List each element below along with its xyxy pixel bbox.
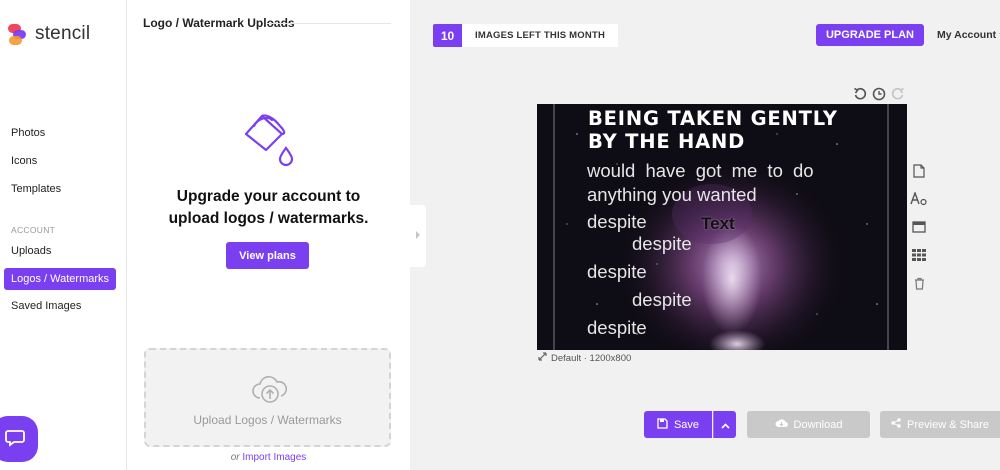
canvas-headline-line2[interactable]: BY THE HAND <box>588 130 745 153</box>
design-canvas[interactable]: BEING TAKEN GENTLY BY THE HAND would hav… <box>537 104 907 350</box>
preview-share-button[interactable]: Preview & Share <box>880 411 1000 438</box>
upload-panel: Logo / Watermark Uploads Upgrade your ac… <box>127 0 410 470</box>
sidebar-section-account: ACCOUNT <box>11 225 56 235</box>
undo-icon[interactable] <box>852 86 868 102</box>
canvas-size-label: Default · 1200x800 <box>551 352 632 364</box>
canvas-body-line1[interactable]: would have got me to do <box>587 160 814 182</box>
upgrade-plan-button[interactable]: UPGRADE PLAN <box>816 24 924 46</box>
canvas-headline-line1[interactable]: BEING TAKEN GENTLY <box>588 107 838 130</box>
canvas-body-line7[interactable]: despite <box>587 317 647 339</box>
panel-collapse-toggle[interactable] <box>410 205 426 267</box>
app-logo[interactable]: stencil <box>8 22 90 46</box>
page-icon[interactable] <box>910 162 928 180</box>
upgrade-message: Upgrade your account to upload logos / w… <box>127 186 410 230</box>
sidebar-item-saved-images[interactable]: Saved Images <box>4 295 88 317</box>
canvas-body-line6[interactable]: despite <box>632 289 692 311</box>
canvas-body-line4[interactable]: despite <box>632 233 692 255</box>
import-images-link[interactable]: Import Images <box>242 452 306 463</box>
save-button-group: Save <box>644 411 736 438</box>
upgrade-message-line1: Upgrade your account to <box>176 188 361 205</box>
save-button-label: Save <box>673 418 700 431</box>
canvas-body-line5[interactable]: despite <box>587 261 647 283</box>
app-name: stencil <box>35 23 91 44</box>
sidebar-item-templates[interactable]: Templates <box>4 178 68 200</box>
font-settings-icon[interactable] <box>910 190 928 208</box>
sidebar: stencil Photos Icons Templates ACCOUNT U… <box>0 0 127 470</box>
paint-bucket-icon <box>240 110 298 173</box>
account-menu-label: My Account <box>937 29 997 41</box>
import-images-line: or Import Images <box>127 452 410 463</box>
share-icon <box>891 418 901 431</box>
canvas-size-selector[interactable]: Default · 1200x800 <box>538 352 631 364</box>
canvas-text-layer[interactable]: Text <box>701 214 735 234</box>
canvas-body-line2[interactable]: anything you wanted <box>587 184 757 206</box>
images-left-counter: 10 IMAGES LEFT THIS MONTH <box>433 24 619 47</box>
stencil-logo-icon <box>8 22 28 46</box>
chat-bubble-icon <box>4 426 26 453</box>
save-button[interactable]: Save <box>644 411 712 438</box>
history-controls <box>852 86 906 102</box>
view-plans-button[interactable]: View plans <box>226 242 309 269</box>
download-button[interactable]: Download <box>747 411 870 438</box>
chevron-right-icon <box>414 227 422 245</box>
sidebar-item-photos[interactable]: Photos <box>4 122 52 144</box>
sidebar-item-uploads[interactable]: Uploads <box>4 240 58 262</box>
trash-icon[interactable] <box>910 274 928 292</box>
panel-title-divider <box>267 23 391 24</box>
history-clock-icon[interactable] <box>871 86 887 102</box>
import-prefix: or <box>230 452 240 463</box>
cloud-upload-icon <box>250 374 290 411</box>
images-left-label: IMAGES LEFT THIS MONTH <box>462 24 619 47</box>
cloud-download-icon <box>775 418 788 431</box>
account-menu[interactable]: My Account <box>937 29 1000 41</box>
grid-icon[interactable] <box>910 246 928 264</box>
resize-arrows-icon <box>538 352 547 364</box>
download-button-label: Download <box>793 418 843 431</box>
save-options-button[interactable] <box>713 411 736 438</box>
floppy-disk-icon <box>657 417 668 432</box>
chevron-up-icon <box>720 416 730 434</box>
canvas-body-line3[interactable]: despite <box>587 211 647 233</box>
redo-icon[interactable] <box>890 86 906 102</box>
chat-support-button[interactable] <box>0 416 38 462</box>
window-frame-icon[interactable] <box>910 218 928 236</box>
sidebar-item-icons[interactable]: Icons <box>4 150 44 172</box>
dropzone-label: Upload Logos / Watermarks <box>193 413 342 427</box>
upgrade-message-line2: upload logos / watermarks. <box>168 210 369 227</box>
preview-share-label: Preview & Share <box>907 418 989 431</box>
images-left-count: 10 <box>433 24 462 47</box>
upload-dropzone[interactable]: Upload Logos / Watermarks <box>144 348 391 447</box>
sidebar-item-logos-watermarks[interactable]: Logos / Watermarks <box>4 268 117 290</box>
